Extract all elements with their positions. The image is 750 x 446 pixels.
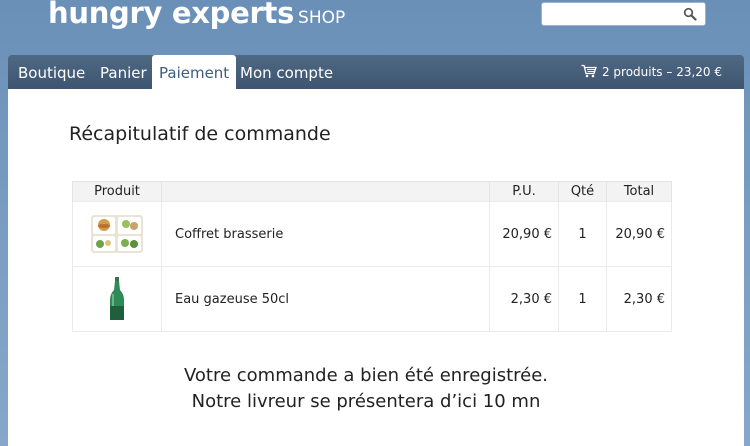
- header-unit-price: P.U.: [489, 181, 559, 202]
- unit-price: 20,90 €: [489, 201, 559, 267]
- cart-label: 2 produits – 23,20 €: [601, 65, 722, 79]
- product-name: Eau gazeuse 50cl: [161, 266, 490, 332]
- order-summary-table: Produit P.U. Qté Total Coffret brasserie…: [72, 181, 672, 332]
- brand-name: hungry experts: [48, 0, 295, 30]
- brand-logo[interactable]: hungry experts SHOP: [48, 0, 345, 30]
- cart-icon: [581, 64, 597, 78]
- confirmation-message: Votre commande a bien été enregistrée.: [183, 365, 549, 386]
- line-total: 2,30 €: [606, 266, 672, 332]
- tab-mon-compte[interactable]: Mon compte: [233, 55, 340, 89]
- unit-price: 2,30 €: [489, 266, 559, 332]
- table-row: Coffret brasserie 20,90 € 1 20,90 €: [72, 201, 672, 267]
- header-qty: Qté: [558, 181, 607, 202]
- brand-sub: SHOP: [298, 8, 346, 28]
- header-product-name: [161, 181, 490, 202]
- quantity: 1: [558, 201, 607, 267]
- line-total: 20,90 €: [606, 201, 672, 267]
- product-name: Coffret brasserie: [161, 201, 490, 267]
- header-product: Produit: [72, 181, 162, 202]
- search-icon[interactable]: [683, 7, 697, 21]
- product-image-cell: [72, 201, 162, 267]
- table-header-row: Produit P.U. Qté Total: [72, 181, 672, 202]
- main-content: Récapitulatif de commande Produit P.U. Q…: [8, 89, 744, 446]
- cart-summary[interactable]: 2 produits – 23,20 €: [581, 55, 722, 89]
- page-title: Récapitulatif de commande: [69, 123, 331, 145]
- main-navigation: Boutique Panier Paiement Mon compte 2 pr…: [8, 55, 744, 89]
- delivery-message: Notre livreur se présentera d’ici 10 mn: [191, 391, 541, 412]
- table-row: Eau gazeuse 50cl 2,30 € 1 2,30 €: [72, 266, 672, 332]
- water-bottle-image: [110, 277, 124, 320]
- quantity: 1: [558, 266, 607, 332]
- header-total: Total: [606, 181, 672, 202]
- product-image-cell: [72, 266, 162, 332]
- search-input[interactable]: [546, 4, 686, 24]
- search-box: [541, 2, 706, 26]
- tab-panier[interactable]: Panier: [93, 55, 154, 89]
- food-tray-image: [91, 215, 143, 253]
- tab-boutique[interactable]: Boutique: [11, 55, 92, 89]
- tab-paiement[interactable]: Paiement: [152, 55, 237, 89]
